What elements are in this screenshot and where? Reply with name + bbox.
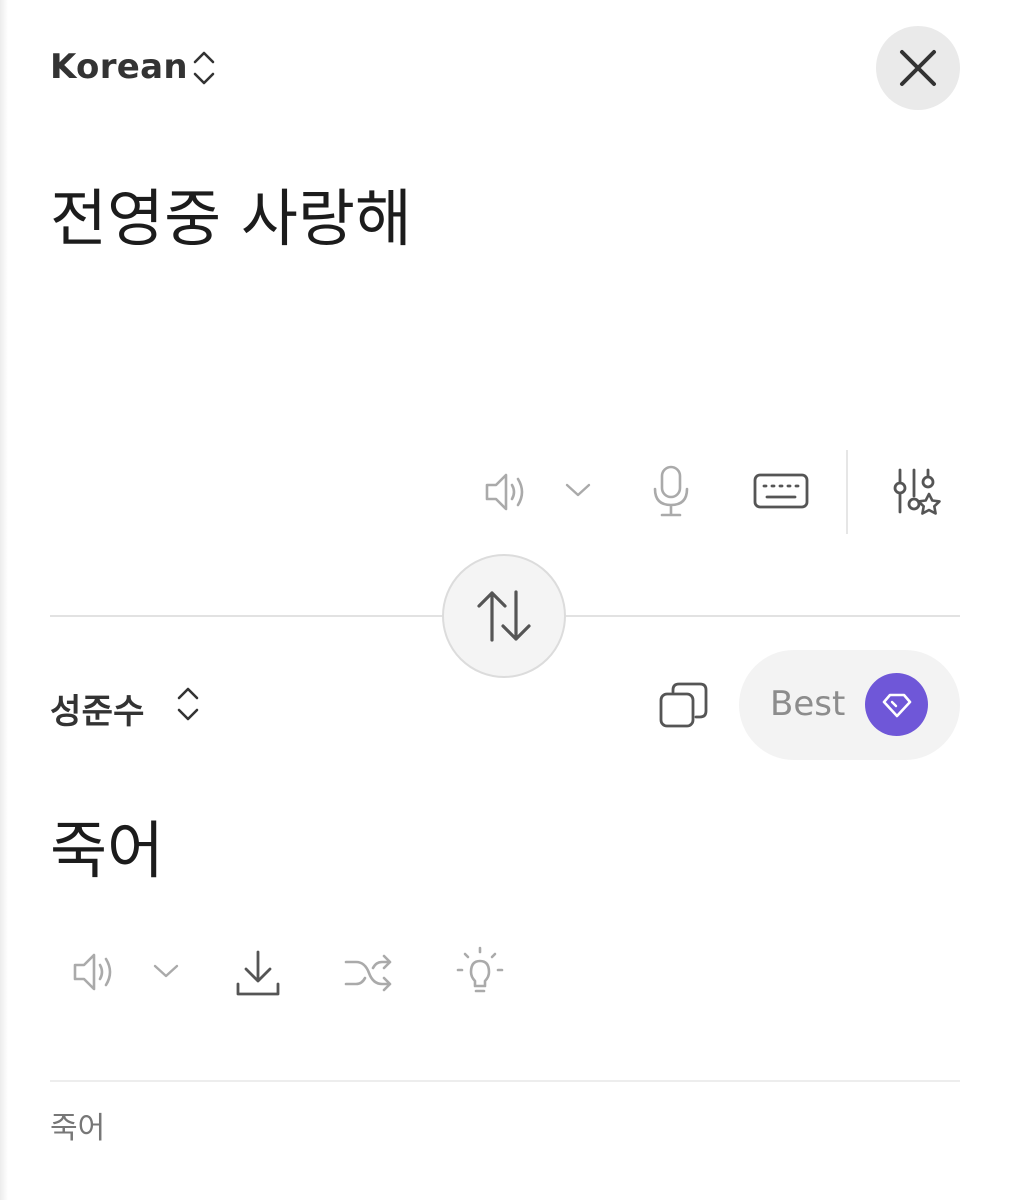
keyboard-icon[interactable] xyxy=(753,472,809,510)
best-mode-toggle[interactable]: Best xyxy=(739,650,960,760)
source-text[interactable]: 전영중 사랑해 xyxy=(50,168,412,258)
chevron-down-icon[interactable] xyxy=(565,482,591,498)
microphone-icon[interactable] xyxy=(651,464,691,518)
gem-icon xyxy=(881,691,913,719)
source-language-updown-icon[interactable] xyxy=(191,48,217,88)
speaker-icon[interactable] xyxy=(72,950,118,994)
swap-vertical-icon xyxy=(473,588,535,644)
close-button[interactable] xyxy=(876,26,960,110)
romanization-text: 죽어 xyxy=(50,1111,106,1146)
source-language-label[interactable]: Korean xyxy=(50,47,188,87)
chevron-down-icon[interactable] xyxy=(153,963,179,979)
best-label: Best xyxy=(770,684,846,724)
copy-icon[interactable] xyxy=(658,680,710,730)
close-icon xyxy=(898,48,938,88)
target-language-label[interactable]: 성준수 xyxy=(50,684,145,733)
swap-languages-button[interactable] xyxy=(442,554,566,678)
download-icon[interactable] xyxy=(234,948,282,998)
speaker-icon[interactable] xyxy=(484,470,530,514)
sliders-star-icon[interactable] xyxy=(890,466,944,520)
translation-text: 죽어 xyxy=(50,814,165,887)
target-language-updown-icon[interactable] xyxy=(175,684,201,724)
footer-divider xyxy=(50,1080,960,1082)
gem-badge xyxy=(865,673,928,736)
shuffle-icon[interactable] xyxy=(343,952,395,994)
lightbulb-icon[interactable] xyxy=(455,946,505,998)
left-edge-shadow xyxy=(0,0,8,1200)
toolbar-divider xyxy=(846,450,848,534)
